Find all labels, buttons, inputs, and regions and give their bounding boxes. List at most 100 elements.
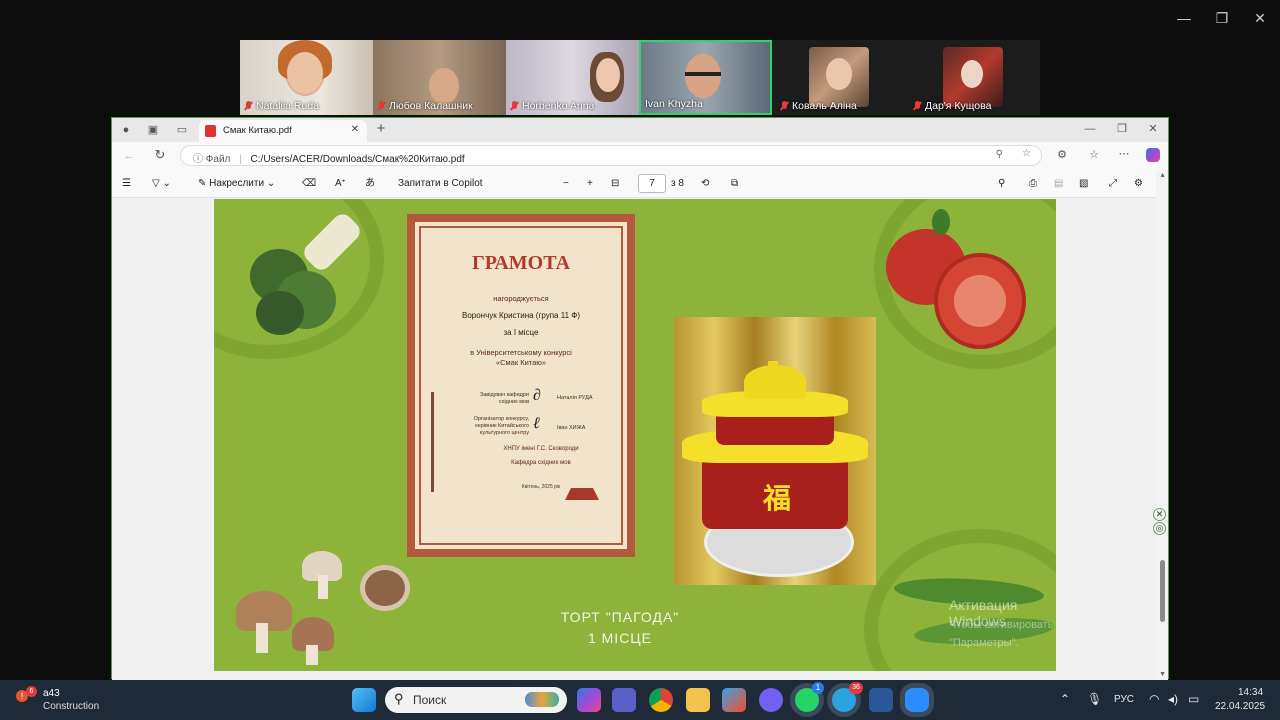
save-icon[interactable]: ▤ <box>1054 178 1063 190</box>
participant-tile[interactable]: Nataliia Ruda <box>240 40 373 115</box>
tab-actions-icon[interactable]: ▭ <box>174 123 190 137</box>
settings-icon[interactable]: ⚙ <box>1134 178 1143 190</box>
page-number-input[interactable]: 7 <box>638 174 666 193</box>
back-icon[interactable]: ← <box>121 149 137 163</box>
weather-badge: 6 <box>26 686 37 697</box>
mic-muted-icon <box>244 100 253 112</box>
store-icon[interactable] <box>722 688 746 712</box>
clock-time[interactable]: 14:34 <box>1238 687 1263 698</box>
participant-tile[interactable]: Коваль Аліна <box>772 40 905 115</box>
refresh-icon[interactable]: ↻ <box>152 148 168 162</box>
pdf-toolbar: ☰ ▽ ⌄ ✎ Накреслити ⌄ ⌫ Aᐩ あ Запитати в C… <box>112 170 1168 198</box>
print-icon[interactable]: ⎙ <box>1029 178 1037 190</box>
side-widget-icon[interactable]: ◎ <box>1153 522 1166 535</box>
microphone-icon[interactable]: 🎙 <box>1087 692 1102 706</box>
draw-button[interactable]: ✎ Накреслити ⌄ <box>198 178 275 190</box>
tray-overflow-icon[interactable]: ⌃ <box>1060 692 1070 706</box>
participant-video <box>685 54 721 98</box>
participant-tile[interactable]: Horbenko Anna <box>506 40 639 115</box>
search-icon: ⚲ <box>394 691 404 706</box>
participant-tile[interactable]: Любов Калашник <box>373 40 506 115</box>
extensions-icon[interactable]: ⚙ <box>1054 148 1070 162</box>
pdf-icon <box>205 125 216 137</box>
close-button[interactable]: ✕ <box>1245 8 1275 28</box>
close-icon[interactable]: ✕ <box>1145 122 1161 136</box>
teams-icon[interactable] <box>612 688 636 712</box>
participant-name: Любов Калашник <box>377 100 473 112</box>
scroll-up-icon[interactable]: ▲ <box>1159 172 1166 179</box>
participant-strip: Nataliia Ruda Любов Калашник Horbenko An… <box>240 40 1040 115</box>
language-indicator[interactable]: РУС <box>1114 694 1134 705</box>
file-explorer-icon[interactable] <box>686 688 710 712</box>
more-icon[interactable]: ⋯ <box>1116 147 1132 161</box>
blossom-branch-illustration <box>431 392 453 492</box>
copilot-app-icon[interactable] <box>577 688 601 712</box>
workspaces-icon[interactable]: ▣ <box>145 123 161 137</box>
zoom-icon[interactable] <box>905 688 929 712</box>
scrollbar[interactable]: ▲ ▼ <box>1156 170 1168 680</box>
scrollbar-thumb[interactable] <box>1160 560 1165 622</box>
search-icon[interactable]: ⚲ <box>998 178 1005 190</box>
fullscreen-icon[interactable]: ⤢ <box>1109 178 1117 190</box>
translate-icon[interactable]: あ <box>365 178 375 190</box>
telegram-icon[interactable]: 36 <box>832 682 863 712</box>
restore-icon[interactable]: ❐ <box>1114 122 1130 136</box>
zoom-icon[interactable]: ⚲ <box>996 149 1003 160</box>
close-tab-icon[interactable]: ✕ <box>351 124 359 135</box>
clock-date[interactable]: 22.04.2025 <box>1215 701 1265 712</box>
recipient-name: Ворончук Кристина (група 11 Ф) <box>461 311 580 320</box>
url-input[interactable]: ⓘ Файл | C:/Users/ACER/Downloads/Смак%20… <box>180 145 1042 166</box>
profile-icon[interactable]: ● <box>118 123 134 137</box>
eraser-icon[interactable]: ⌫ <box>302 178 316 190</box>
whatsapp-icon[interactable]: 1 <box>795 682 824 712</box>
scroll-down-icon[interactable]: ▼ <box>1159 671 1166 678</box>
highlight-icon[interactable]: ▽ ⌄ <box>152 178 171 190</box>
favorite-icon[interactable]: ☆ <box>1022 148 1031 159</box>
tab-bar: ● ▣ ▭ Смак Китаю.pdf ✕ + — ❐ ✕ <box>112 118 1168 142</box>
rotate-icon[interactable]: ⟲ <box>701 178 709 190</box>
participant-video <box>429 68 459 104</box>
url-text: C:/Users/ACER/Downloads/Смак%20Китаю.pdf <box>250 154 465 165</box>
minimize-icon[interactable]: — <box>1082 122 1098 136</box>
participant-name: Коваль Аліна <box>780 100 857 112</box>
page-view-icon[interactable]: ⧉ <box>731 178 738 190</box>
volume-icon[interactable]: ◂) <box>1168 692 1178 706</box>
pdf-viewer[interactable]: ГРАМОТА нагороджується Ворончук Кристина… <box>112 198 1157 680</box>
side-close-icon[interactable]: ✕ <box>1153 508 1166 521</box>
mic-muted-icon <box>780 100 789 112</box>
caption-line1: ТОРТ "ПАГОДА" <box>560 609 680 625</box>
viber-icon[interactable] <box>759 688 783 712</box>
save-as-icon[interactable]: ▧ <box>1079 178 1088 190</box>
contents-icon[interactable]: ☰ <box>122 178 131 190</box>
copilot-icon[interactable] <box>1146 148 1160 162</box>
weather-temp: a43 <box>43 688 60 699</box>
file-label: Файл <box>205 154 231 165</box>
read-aloud-icon[interactable]: Aᐩ <box>335 178 346 190</box>
zoom-in-button[interactable]: + <box>587 178 593 190</box>
taskbar: ! 6 a43 Construction ⚲ Поиск 1 36 ⌃ 🎙 РУ… <box>0 680 1280 720</box>
battery-icon[interactable]: ▭ <box>1188 692 1199 706</box>
cake-character: 福 <box>762 483 791 514</box>
search-highlight-icon <box>525 692 559 707</box>
participant-tile[interactable]: Дар'я Кущова <box>905 40 1038 115</box>
activation-watermark-line2: "Параметры". <box>949 637 1019 649</box>
chrome-icon[interactable] <box>649 688 673 712</box>
minimize-button[interactable]: — <box>1169 8 1199 28</box>
participant-tile-active[interactable]: Ivan Khyzha <box>639 40 772 115</box>
zoom-out-button[interactable]: − <box>563 178 569 190</box>
copilot-button[interactable]: Запитати в Copilot <box>398 178 483 190</box>
fit-page-icon[interactable]: ⊟ <box>611 178 619 190</box>
participant-name: Horbenko Anna <box>510 100 594 112</box>
wifi-icon[interactable]: ◠ <box>1149 692 1159 706</box>
maximize-button[interactable]: ❐ <box>1207 8 1237 28</box>
caption-line2: 1 МІСЦЕ <box>587 630 653 646</box>
signature-2: ℓ <box>533 415 540 432</box>
participant-video <box>596 58 620 92</box>
favorites-icon[interactable]: ☆ <box>1086 148 1102 162</box>
tab-pdf[interactable]: Смак Китаю.pdf ✕ <box>199 120 367 142</box>
taskbar-search[interactable]: ⚲ Поиск <box>385 687 567 713</box>
participant-name: Ivan Khyzha <box>645 98 703 110</box>
new-tab-icon[interactable]: + <box>373 121 389 136</box>
word-icon[interactable] <box>869 688 893 712</box>
windows-start-icon[interactable] <box>352 688 376 712</box>
